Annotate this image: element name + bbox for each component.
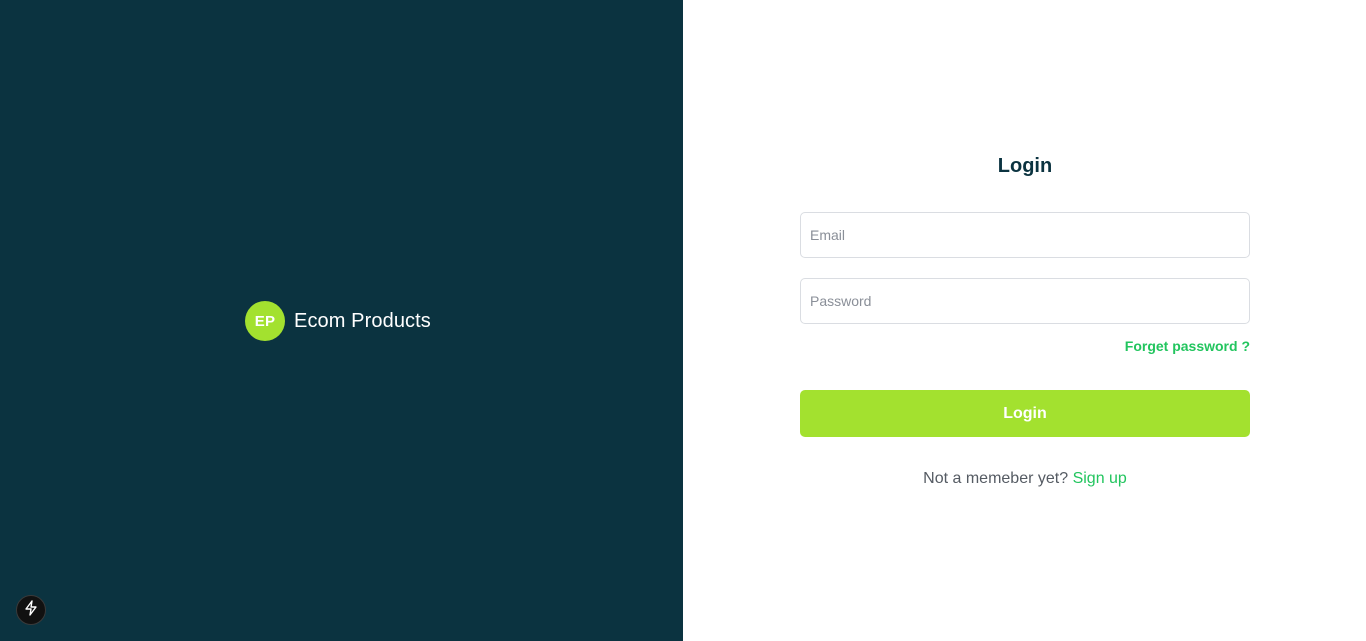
forgot-password-link[interactable]: Forget password ?	[1125, 338, 1250, 354]
brand-panel: EP Ecom Products	[0, 0, 683, 641]
signup-row: Not a memeber yet? Sign up	[800, 470, 1250, 488]
form-title: Login	[997, 155, 1053, 177]
lightning-bolt-icon	[24, 599, 38, 621]
login-page: EP Ecom Products Login Forget password ?…	[0, 0, 1366, 641]
login-form: Login Forget password ? Login Not a meme…	[800, 153, 1250, 488]
dev-tools-button[interactable]	[16, 595, 46, 625]
brand-name: Ecom Products	[294, 309, 431, 332]
brand-badge: EP	[245, 301, 285, 341]
forgot-password-row: Forget password ?	[800, 338, 1250, 356]
email-input[interactable]	[800, 212, 1250, 258]
login-button[interactable]: Login	[800, 390, 1250, 437]
signup-prompt: Not a memeber yet?	[923, 470, 1069, 487]
signup-link[interactable]: Sign up	[1073, 470, 1127, 487]
brand-logo: EP Ecom Products	[245, 301, 431, 341]
password-input[interactable]	[800, 278, 1250, 324]
form-panel: Login Forget password ? Login Not a meme…	[683, 0, 1366, 641]
